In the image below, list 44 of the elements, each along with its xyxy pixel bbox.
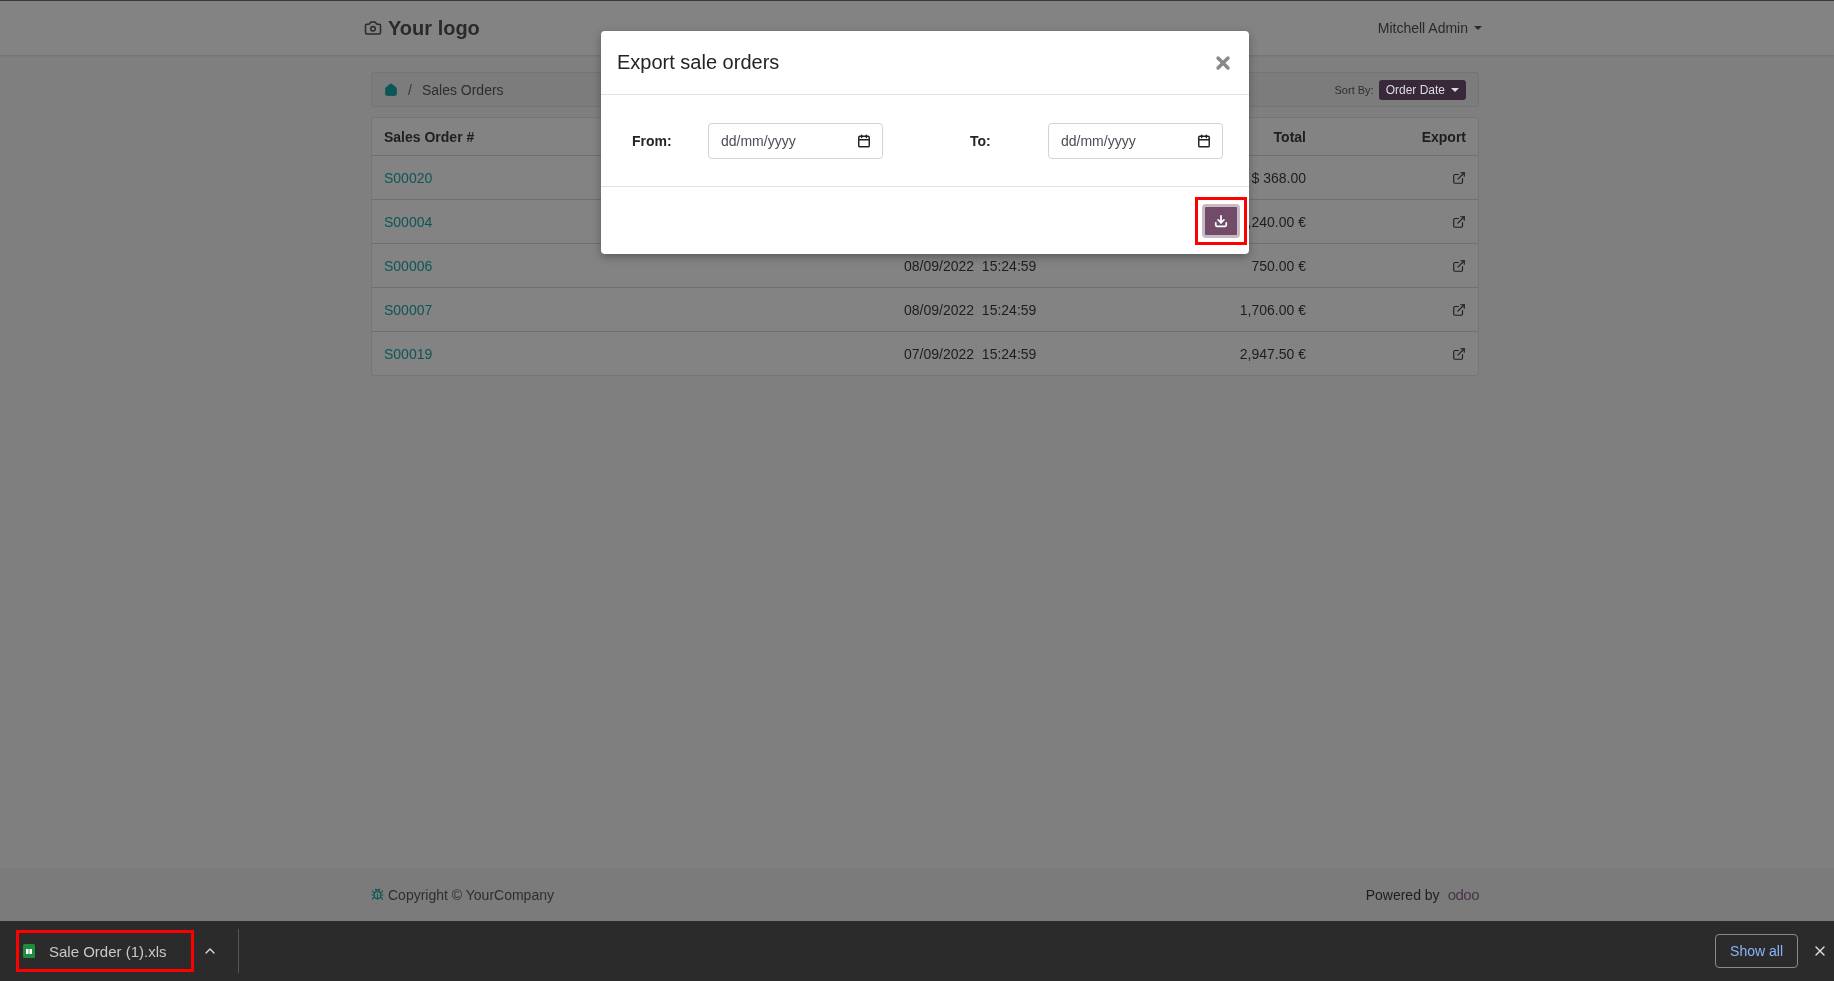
copyright-text: Copyright © YourCompany	[388, 886, 554, 903]
order-total: 750.00 €	[1251, 257, 1306, 274]
external-link-icon[interactable]	[1452, 170, 1466, 185]
external-link-icon[interactable]	[1452, 258, 1466, 273]
camera-icon	[364, 19, 382, 37]
dialog-title: Export sale orders	[617, 51, 780, 74]
logo-text: Your logo	[388, 16, 480, 40]
spreadsheet-icon	[23, 944, 35, 958]
column-header: Total	[1273, 128, 1306, 145]
order-link[interactable]: S00019	[384, 345, 433, 362]
download-item[interactable]: Sale Order (1).xls	[19, 933, 191, 969]
calendar-icon[interactable]	[857, 133, 871, 148]
column-header: Sales Order #	[384, 128, 475, 145]
date-field[interactable]: dd/mm/yyyy	[1048, 122, 1223, 159]
download-icon	[1214, 213, 1228, 228]
bug-icon	[371, 888, 384, 901]
column-header: Export	[1421, 128, 1466, 145]
order-total: $ 368.00	[1251, 169, 1306, 186]
order-link[interactable]: S00007	[384, 301, 433, 318]
order-total: 2,947.50 €	[1239, 345, 1306, 362]
order-total: ,240.00 €	[1247, 213, 1306, 230]
external-link-icon[interactable]	[1452, 346, 1466, 361]
external-link-icon[interactable]	[1452, 302, 1466, 317]
breadcrumb-separator: /	[408, 81, 412, 98]
external-link-icon[interactable]	[1452, 214, 1466, 229]
sort-label: Sort By:	[1334, 83, 1374, 96]
order-link[interactable]: S00020	[384, 169, 433, 186]
calendar-icon[interactable]	[1197, 133, 1211, 148]
download-button[interactable]	[1202, 203, 1240, 238]
order-link[interactable]: S00004	[384, 213, 433, 230]
order-total: 1,706.00 €	[1239, 301, 1306, 318]
order-link[interactable]: S00006	[384, 257, 433, 274]
powered-by-text: Powered by	[1365, 886, 1440, 903]
order-date: 08/09/2022 15:24:59	[904, 301, 1037, 318]
order-date: 08/09/2022 15:24:59	[904, 257, 1037, 274]
sort-dropdown[interactable]: Order Date	[1378, 79, 1466, 100]
breadcrumb-item: Sales Orders	[421, 81, 504, 98]
field-label: To:	[970, 132, 992, 149]
brand-logo[interactable]: odoo	[1447, 886, 1479, 903]
order-date: 07/09/2022 15:24:59	[904, 345, 1037, 362]
show-all-button[interactable]: Show all	[1715, 934, 1798, 968]
date-field[interactable]: dd/mm/yyyy	[708, 122, 883, 159]
field-label: From:	[632, 132, 673, 149]
user-menu[interactable]: Mitchell Admin	[1377, 20, 1482, 36]
